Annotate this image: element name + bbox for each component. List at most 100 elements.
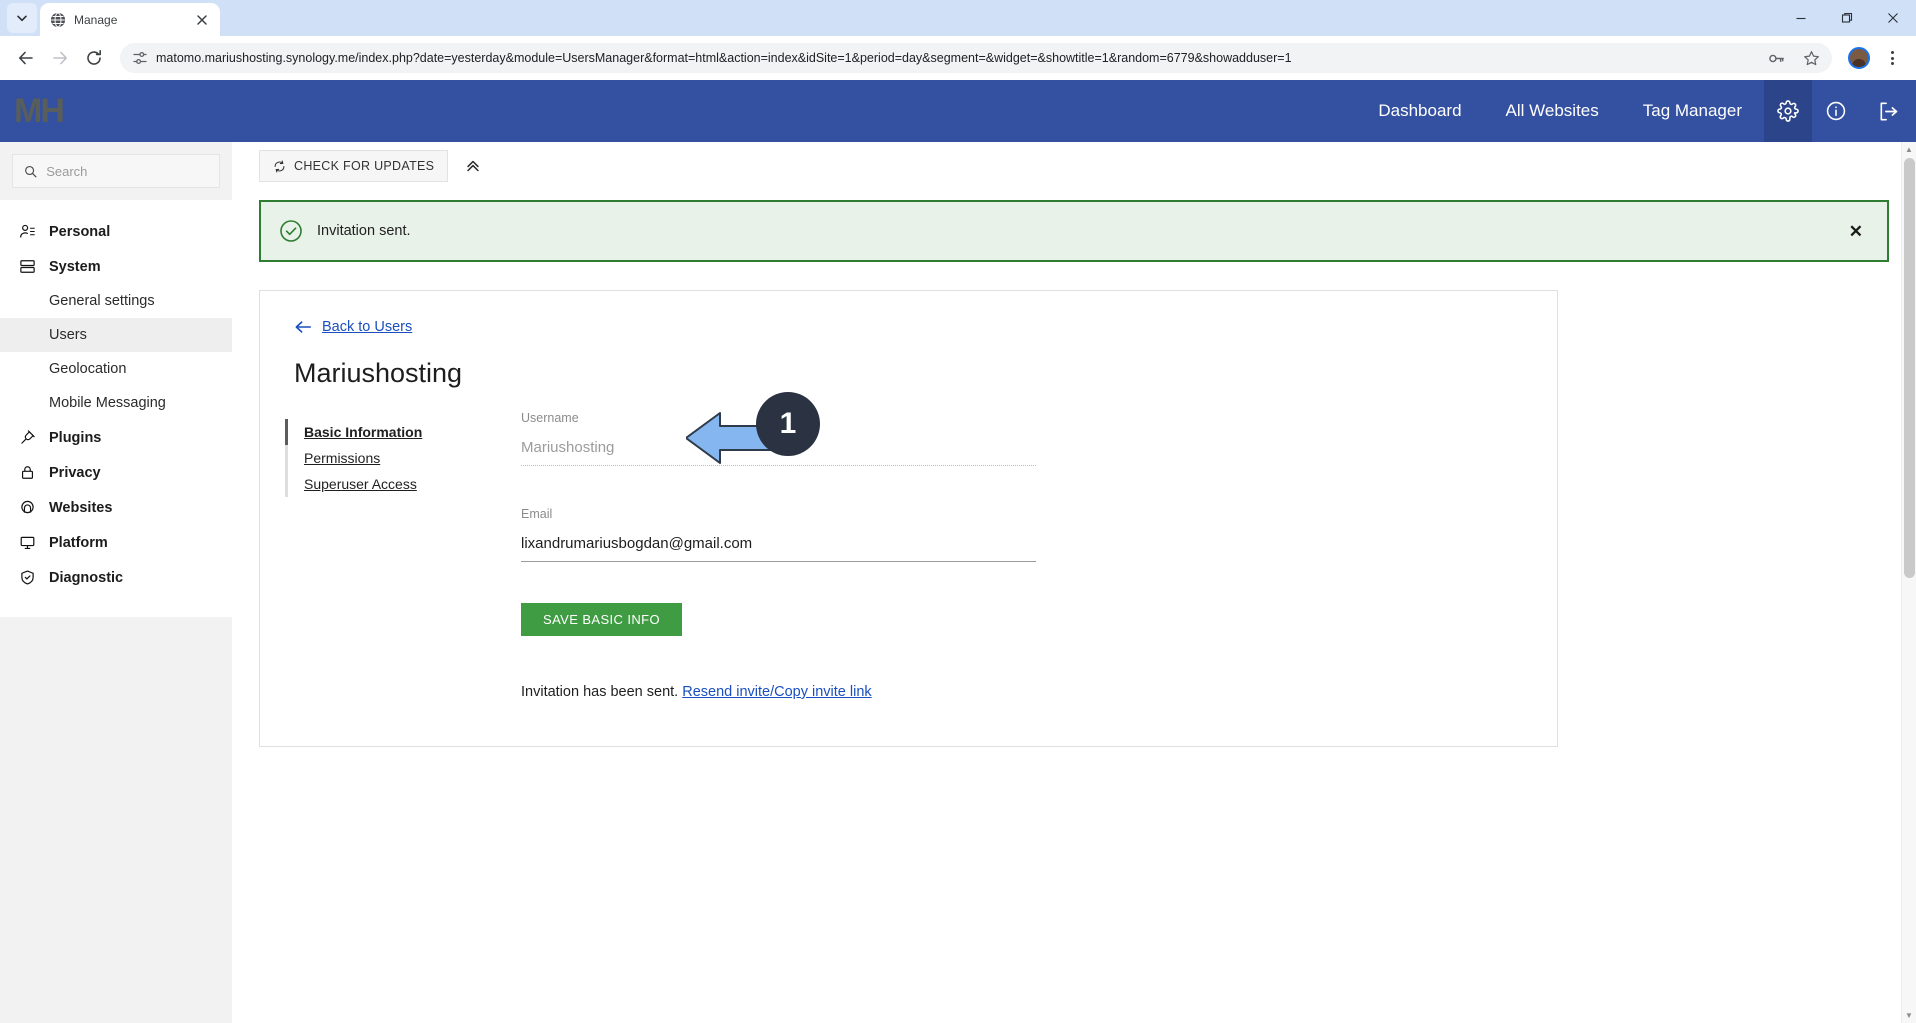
sidebar-group-label: System bbox=[49, 258, 101, 275]
lock-icon bbox=[18, 464, 36, 481]
forward-button[interactable] bbox=[44, 42, 76, 74]
sidebar-search-wrapper bbox=[0, 142, 232, 200]
sidebar: Personal System General settings Users G… bbox=[0, 142, 232, 1023]
arrow-left-icon bbox=[295, 321, 312, 333]
scroll-up-arrow[interactable]: ▲ bbox=[1902, 142, 1916, 157]
user-detail-card: Back to Users Mariushosting Basic Inform… bbox=[259, 290, 1558, 747]
scrollbar-thumb[interactable] bbox=[1904, 158, 1915, 578]
invitation-note: Invitation has been sent. Resend invite/… bbox=[521, 684, 1557, 700]
site-logo[interactable]: MH bbox=[14, 94, 65, 128]
nav-dashboard[interactable]: Dashboard bbox=[1356, 80, 1483, 142]
username-field: Username Mariushosting bbox=[521, 411, 1036, 466]
tab-label: Permissions bbox=[304, 450, 381, 466]
address-bar[interactable]: matomo.mariushosting.synology.me/index.p… bbox=[120, 43, 1832, 73]
plug-icon bbox=[18, 429, 36, 446]
matomo-app: MH Dashboard All Websites Tag Manager Se… bbox=[0, 80, 1916, 1023]
globe-icon bbox=[51, 12, 65, 27]
gear-icon[interactable] bbox=[1764, 80, 1812, 142]
sidebar-menu: Personal System General settings Users G… bbox=[0, 200, 232, 617]
avatar[interactable] bbox=[1848, 47, 1870, 69]
sidebar-group-plugins[interactable]: Plugins bbox=[0, 420, 232, 455]
back-to-users-label: Back to Users bbox=[322, 319, 413, 335]
window-close-button[interactable] bbox=[1870, 0, 1916, 36]
tab-strip: Manage bbox=[0, 0, 1916, 36]
notification-close-button[interactable]: ✕ bbox=[1843, 219, 1869, 244]
tab-close-icon[interactable] bbox=[194, 12, 210, 28]
check-for-updates-button[interactable]: CHECK FOR UPDATES bbox=[259, 150, 449, 182]
notification-banner: Invitation sent. ✕ bbox=[259, 200, 1889, 262]
scroll-down-arrow[interactable]: ▼ bbox=[1902, 1008, 1916, 1023]
page-title: Mariushosting bbox=[294, 358, 463, 388]
tab-title: Manage bbox=[74, 12, 118, 27]
browser-chrome: Manage matomo.mariushosting.synology.me/… bbox=[0, 0, 1916, 80]
server-icon bbox=[18, 258, 36, 275]
search-icon bbox=[25, 165, 37, 177]
sidebar-item-general-settings[interactable]: General settings bbox=[0, 284, 232, 318]
tab-search-button[interactable] bbox=[7, 3, 37, 33]
tab-basic-information[interactable]: Basic Information bbox=[285, 419, 517, 445]
sidebar-group-diagnostic[interactable]: Diagnostic bbox=[0, 560, 232, 595]
kebab-menu-icon[interactable] bbox=[1878, 44, 1906, 72]
nav-all-websites[interactable]: All Websites bbox=[1484, 80, 1621, 142]
email-value[interactable]: lixandrumariusbogdan@gmail.com bbox=[521, 535, 1036, 562]
page-scrollbar[interactable]: ▲ ▼ bbox=[1901, 142, 1916, 1023]
tab-superuser-access[interactable]: Superuser Access bbox=[285, 471, 517, 497]
nav-tag-manager[interactable]: Tag Manager bbox=[1621, 80, 1764, 142]
email-label: Email bbox=[521, 507, 553, 521]
person-settings-icon bbox=[18, 223, 36, 240]
sidebar-item-geolocation[interactable]: Geolocation bbox=[0, 352, 232, 386]
save-basic-info-button[interactable]: SAVE BASIC INFO bbox=[521, 603, 683, 636]
sidebar-group-privacy[interactable]: Privacy bbox=[0, 455, 232, 490]
globe-pin-icon bbox=[18, 499, 36, 516]
resend-invite-link[interactable]: Resend invite/Copy invite link bbox=[682, 684, 871, 700]
reload-icon bbox=[87, 50, 101, 65]
chevron-double-up-icon[interactable] bbox=[464, 157, 482, 175]
search-box[interactable] bbox=[12, 154, 220, 188]
window-maximize-button[interactable] bbox=[1824, 0, 1870, 36]
tab-label: Basic Information bbox=[304, 424, 423, 440]
back-to-users-link[interactable]: Back to Users bbox=[294, 319, 412, 335]
bookmark-star-icon[interactable] bbox=[1803, 50, 1820, 67]
sidebar-group-platform[interactable]: Platform bbox=[0, 525, 232, 560]
reload-button[interactable] bbox=[78, 42, 110, 74]
minimize-icon bbox=[1796, 17, 1806, 20]
browser-tab[interactable]: Manage bbox=[40, 3, 220, 36]
address-bar-url[interactable]: matomo.mariushosting.synology.me/index.p… bbox=[156, 51, 1752, 65]
sidebar-item-users[interactable]: Users bbox=[0, 318, 232, 352]
main-content: CHECK FOR UPDATES Invitation sent. ✕ Bac… bbox=[232, 142, 1916, 1023]
user-form: Basic Information Permissions Superuser … bbox=[260, 411, 1557, 700]
search-input[interactable] bbox=[46, 163, 208, 179]
logout-icon[interactable] bbox=[1860, 80, 1916, 142]
tab-label: Superuser Access bbox=[304, 476, 417, 492]
email-field[interactable]: Email lixandrumariusbogdan@gmail.com bbox=[521, 507, 1036, 562]
username-value: Mariushosting bbox=[521, 439, 1036, 466]
key-icon[interactable] bbox=[1768, 50, 1785, 67]
sidebar-group-websites[interactable]: Websites bbox=[0, 490, 232, 525]
sidebar-group-label: Websites bbox=[49, 499, 113, 516]
top-navigation-right: Dashboard All Websites Tag Manager bbox=[1356, 80, 1916, 142]
back-button[interactable] bbox=[10, 42, 42, 74]
close-icon bbox=[197, 14, 207, 25]
sidebar-group-personal[interactable]: Personal bbox=[0, 214, 232, 249]
sidebar-group-label: Diagnostic bbox=[49, 569, 124, 586]
tab-permissions[interactable]: Permissions bbox=[285, 445, 517, 471]
arrow-right-icon bbox=[53, 51, 67, 65]
monitor-icon bbox=[18, 534, 36, 551]
app-body: Personal System General settings Users G… bbox=[0, 142, 1916, 1023]
site-settings-icon[interactable] bbox=[132, 50, 148, 66]
refresh-icon bbox=[274, 159, 285, 173]
browser-toolbar: matomo.mariushosting.synology.me/index.p… bbox=[0, 36, 1916, 80]
sidebar-group-label: Personal bbox=[49, 223, 111, 240]
shield-check-icon bbox=[18, 569, 36, 586]
user-fields: Username Mariushosting Email lixandrumar… bbox=[517, 411, 1557, 700]
maximize-icon bbox=[1841, 12, 1853, 23]
sidebar-group-system[interactable]: System bbox=[0, 249, 232, 284]
arrow-left-icon bbox=[19, 51, 33, 65]
sidebar-group-label: Privacy bbox=[49, 464, 101, 481]
window-controls bbox=[1778, 0, 1916, 36]
username-label: Username bbox=[521, 411, 579, 425]
sidebar-group-label: Platform bbox=[49, 534, 108, 551]
window-minimize-button[interactable] bbox=[1778, 0, 1824, 36]
sidebar-item-mobile-messaging[interactable]: Mobile Messaging bbox=[0, 386, 232, 420]
info-icon[interactable] bbox=[1812, 80, 1860, 142]
